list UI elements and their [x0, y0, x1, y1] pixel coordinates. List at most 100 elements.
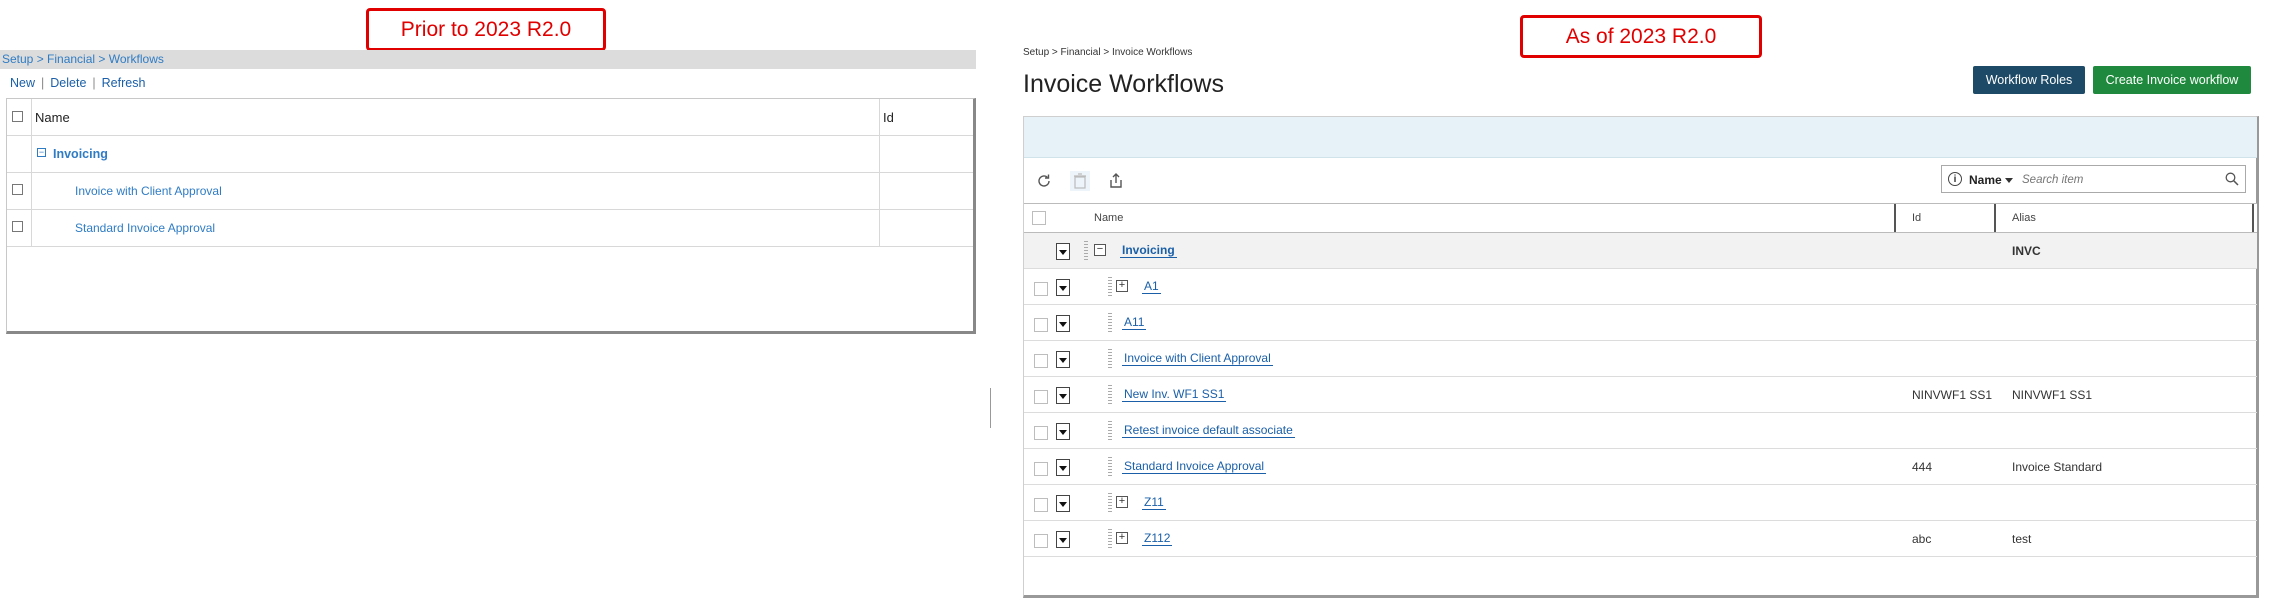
table-row: + Z112 abc test [1024, 521, 2257, 557]
group-label[interactable]: Invoicing [53, 147, 108, 161]
table-row: A11 [1024, 305, 2257, 341]
drag-handle[interactable] [1108, 529, 1112, 549]
column-id[interactable]: Id [883, 110, 894, 125]
row-menu-dropdown[interactable] [1056, 279, 1070, 296]
drag-handle[interactable] [1108, 349, 1112, 369]
row-checkbox[interactable] [12, 221, 23, 232]
chevron-down-icon[interactable] [2005, 178, 2013, 183]
drag-handle[interactable] [1108, 457, 1112, 477]
workflow-link[interactable]: New Inv. WF1 SS1 [1122, 387, 1227, 402]
delete-link[interactable]: Delete [50, 76, 86, 90]
row-checkbox[interactable] [1034, 354, 1048, 368]
collapse-icon[interactable]: − [1094, 244, 1106, 256]
workflow-link[interactable]: Invoice with Client Approval [75, 184, 222, 198]
old-workflows-page: Setup > Financial > Workflows New | Delete… [0, 50, 976, 336]
row-checkbox[interactable] [1034, 426, 1048, 440]
refresh-link[interactable]: Refresh [102, 76, 146, 90]
workflow-roles-button[interactable]: Workflow Roles [1973, 66, 2085, 94]
expand-icon[interactable]: + [1116, 496, 1128, 508]
drag-handle[interactable] [1108, 385, 1112, 405]
export-icon[interactable] [1106, 171, 1126, 191]
workflow-link[interactable]: Standard Invoice Approval [75, 221, 215, 235]
breadcrumb[interactable]: Setup > Financial > Workflows [0, 50, 976, 69]
alias-cell: test [2012, 532, 2032, 546]
workflow-link[interactable]: A1 [1142, 279, 1161, 294]
search-icon[interactable] [2225, 172, 2239, 189]
create-invoice-workflow-button[interactable]: Create Invoice workflow [2093, 66, 2251, 94]
column-divider[interactable] [1994, 204, 1996, 232]
row-menu-dropdown[interactable] [1056, 243, 1070, 260]
column-name[interactable]: Name [35, 110, 70, 125]
group-row-invoicing: − Invoicing INVC [1024, 233, 2257, 269]
expand-icon[interactable]: + [1116, 280, 1128, 292]
column-alias[interactable]: Alias [2012, 212, 2036, 224]
workflow-link[interactable]: Z11 [1142, 495, 1166, 510]
divider [990, 388, 991, 428]
grid-band [1024, 117, 2257, 158]
column-divider[interactable] [1894, 204, 1896, 232]
row-menu-dropdown[interactable] [1056, 315, 1070, 332]
workflow-link[interactable]: A11 [1122, 315, 1147, 330]
search-field-select[interactable]: Name [1969, 173, 2002, 187]
workflow-grid: i Name Name Id Alias − Invoicing INVC [1023, 116, 2259, 598]
column-name[interactable]: Name [1094, 212, 1123, 224]
row-checkbox[interactable] [1034, 534, 1048, 548]
id-cell: 444 [1912, 460, 1933, 474]
row-checkbox[interactable] [1034, 282, 1048, 296]
expand-icon[interactable]: + [1116, 532, 1128, 544]
new-link[interactable]: New [10, 76, 35, 90]
table-row: Standard Invoice Approval [7, 210, 973, 247]
row-menu-dropdown[interactable] [1056, 531, 1070, 548]
table-header: Name Id Alias [1024, 203, 2257, 233]
drag-handle[interactable] [1108, 493, 1112, 513]
row-checkbox[interactable] [1034, 390, 1048, 404]
drag-handle[interactable] [1108, 313, 1112, 333]
drag-handle[interactable] [1084, 241, 1088, 261]
action-links: New | Delete | Refresh [10, 76, 145, 90]
search-input[interactable] [2020, 170, 2214, 190]
group-label[interactable]: Invoicing [1120, 243, 1177, 258]
callout-before: Prior to 2023 R2.0 [366, 8, 606, 51]
collapse-icon[interactable]: − [37, 148, 46, 157]
table-header: Name Id [7, 99, 973, 136]
separator: | [41, 76, 45, 90]
delete-icon [1070, 171, 1090, 191]
alias-cell: Invoice Standard [2012, 460, 2103, 474]
workflow-link[interactable]: Z112 [1142, 531, 1173, 546]
drag-handle[interactable] [1108, 277, 1112, 297]
separator: | [92, 76, 96, 90]
drag-handle[interactable] [1108, 421, 1112, 441]
info-icon[interactable]: i [1948, 172, 1962, 186]
refresh-icon[interactable] [1034, 171, 1054, 191]
table-row: Retest invoice default associate [1024, 413, 2257, 449]
alias-cell: NINVWF1 SS1 [2012, 388, 2093, 402]
table-row: Invoice with Client Approval [1024, 341, 2257, 377]
table-row: Invoice with Client Approval [7, 173, 973, 210]
column-id[interactable]: Id [1912, 212, 1921, 224]
row-checkbox[interactable] [1034, 498, 1048, 512]
table-row: Standard Invoice Approval 444 Invoice St… [1024, 449, 2257, 485]
row-menu-dropdown[interactable] [1056, 459, 1070, 476]
search-box: i Name [1941, 165, 2246, 193]
workflow-link[interactable]: Retest invoice default associate [1122, 423, 1295, 438]
row-checkbox[interactable] [1034, 462, 1048, 476]
workflow-table: Name Id − Invoicing Invoice with Client … [6, 98, 976, 334]
column-divider[interactable] [2252, 204, 2254, 232]
breadcrumb[interactable]: Setup > Financial > Invoice Workflows [1023, 47, 1192, 58]
row-menu-dropdown[interactable] [1056, 387, 1070, 404]
workflow-link[interactable]: Standard Invoice Approval [1122, 459, 1267, 474]
table-row: + A1 [1024, 269, 2257, 305]
id-cell: NINVWF1 SS1 [1912, 388, 1993, 402]
select-all-checkbox[interactable] [12, 111, 23, 122]
select-all-checkbox[interactable] [1032, 211, 1046, 225]
new-workflows-page: Setup > Financial > Invoice Workflows In… [990, 0, 2282, 603]
row-checkbox[interactable] [12, 184, 23, 195]
row-menu-dropdown[interactable] [1056, 351, 1070, 368]
workflow-link[interactable]: Invoice with Client Approval [1122, 351, 1273, 366]
row-menu-dropdown[interactable] [1056, 495, 1070, 512]
row-menu-dropdown[interactable] [1056, 423, 1070, 440]
group-row-invoicing: − Invoicing [7, 136, 973, 173]
row-checkbox[interactable] [1034, 318, 1048, 332]
id-cell: abc [1912, 532, 1932, 546]
table-row: + Z11 [1024, 485, 2257, 521]
